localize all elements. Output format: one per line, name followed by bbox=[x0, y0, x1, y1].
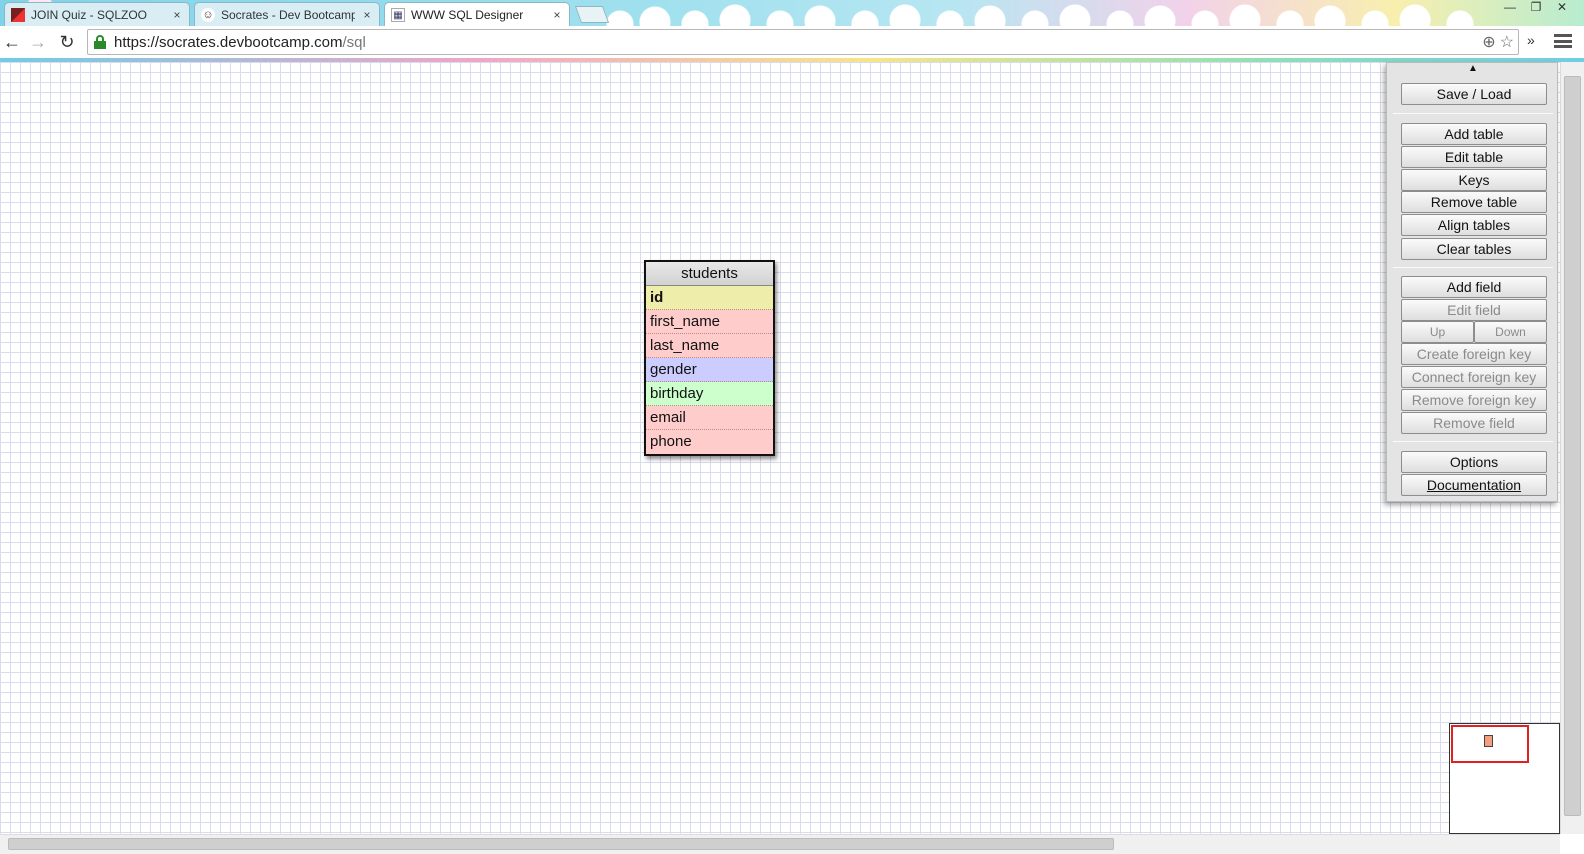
designer-canvas[interactable]: students id first_name last_name gender birt… bbox=[0, 62, 1560, 834]
url-path: /sql bbox=[342, 33, 366, 51]
tab-www-sql-designer[interactable]: ▦ WWW SQL Designer × bbox=[384, 2, 570, 26]
table-field-row[interactable]: last_name bbox=[646, 334, 773, 358]
add-field-button[interactable]: Add field bbox=[1401, 276, 1547, 298]
divider bbox=[1393, 267, 1553, 268]
tab-socrates[interactable]: ☺ Socrates - Dev Bootcamp × bbox=[194, 2, 380, 26]
table-field-row[interactable]: birthday bbox=[646, 382, 773, 406]
browser-toolbar: ← → ↻ https://socrates.devbootcamp.com/s… bbox=[0, 26, 1584, 58]
lock-icon bbox=[94, 35, 106, 49]
new-tab-button[interactable] bbox=[574, 6, 610, 23]
close-window-icon[interactable]: ✕ bbox=[1550, 0, 1574, 16]
tab-close-icon[interactable]: × bbox=[361, 8, 373, 22]
url-host: https://socrates.devbootcamp.com bbox=[114, 33, 343, 51]
documentation-button[interactable]: Documentation bbox=[1401, 474, 1547, 496]
connect-foreign-key-button[interactable]: Connect foreign key bbox=[1401, 366, 1547, 388]
table-field-row[interactable]: email bbox=[646, 406, 773, 430]
db-table-students[interactable]: students id first_name last_name gender birt… bbox=[644, 260, 775, 456]
window-controls: — ❐ ✕ bbox=[1498, 0, 1574, 16]
tab-label: WWW SQL Designer bbox=[411, 7, 524, 22]
scrollbar-thumb[interactable] bbox=[8, 838, 1114, 850]
bookmark-star-icon[interactable]: ☆ bbox=[1500, 32, 1514, 52]
table-field-row[interactable]: gender bbox=[646, 358, 773, 382]
edit-field-button[interactable]: Edit field bbox=[1401, 299, 1547, 321]
remove-field-button[interactable]: Remove field bbox=[1401, 412, 1547, 434]
browser-menu-icon[interactable] bbox=[1554, 30, 1572, 52]
collapse-panel-icon[interactable]: ▲ bbox=[1387, 63, 1559, 77]
tab-sqlzoo[interactable]: JOIN Quiz - SQLZOO × bbox=[4, 2, 190, 26]
table-field-row[interactable]: phone bbox=[646, 430, 773, 454]
theme-clouds bbox=[600, 0, 1480, 26]
wwwsqldesigner-favicon-icon: ▦ bbox=[391, 7, 405, 22]
table-field-row[interactable]: first_name bbox=[646, 310, 773, 334]
add-table-button[interactable]: Add table bbox=[1401, 123, 1547, 145]
options-button[interactable]: Options bbox=[1401, 451, 1547, 473]
vertical-scrollbar[interactable] bbox=[1560, 62, 1584, 834]
tab-label: JOIN Quiz - SQLZOO bbox=[31, 7, 148, 22]
omnibox-icons: ⊕ ☆ bbox=[1482, 32, 1514, 52]
address-bar[interactable]: https://socrates.devbootcamp.com/sql ⊕ ☆ bbox=[87, 29, 1519, 55]
create-foreign-key-button[interactable]: Create foreign key bbox=[1401, 343, 1547, 365]
browser-chrome: JOIN Quiz - SQLZOO × ☺ Socrates - Dev Bo… bbox=[0, 0, 1584, 62]
minimap[interactable] bbox=[1449, 723, 1560, 834]
table-field-row[interactable]: id bbox=[646, 286, 773, 310]
edit-table-button[interactable]: Edit table bbox=[1401, 146, 1547, 168]
remove-foreign-key-button[interactable]: Remove foreign key bbox=[1401, 389, 1547, 411]
tab-label: Socrates - Dev Bootcamp bbox=[221, 7, 355, 22]
sqlzoo-favicon-icon bbox=[11, 7, 25, 22]
clear-tables-button[interactable]: Clear tables bbox=[1401, 238, 1547, 260]
forward-icon[interactable]: → bbox=[27, 31, 49, 53]
table-fields: id first_name last_name gender birthday email… bbox=[646, 286, 773, 454]
horizontal-scrollbar[interactable] bbox=[0, 834, 1560, 854]
back-icon[interactable]: ← bbox=[1, 31, 23, 53]
remove-table-button[interactable]: Remove table bbox=[1401, 191, 1547, 213]
extensions-chevron-icon[interactable]: » bbox=[1527, 32, 1535, 48]
table-title[interactable]: students bbox=[646, 262, 773, 286]
down-button[interactable]: Down bbox=[1474, 321, 1547, 343]
scrollbar-thumb[interactable] bbox=[1564, 76, 1581, 816]
zoom-icon[interactable]: ⊕ bbox=[1482, 32, 1495, 52]
up-button[interactable]: Up bbox=[1401, 321, 1474, 343]
control-panel: ▲ Save / Load Add table Edit table Keys … bbox=[1386, 62, 1558, 502]
keys-button[interactable]: Keys bbox=[1401, 169, 1547, 191]
minimize-icon[interactable]: — bbox=[1498, 0, 1522, 16]
divider bbox=[1393, 441, 1553, 442]
reload-icon[interactable]: ↻ bbox=[56, 31, 78, 53]
save-load-button[interactable]: Save / Load bbox=[1401, 83, 1547, 105]
divider bbox=[1393, 113, 1553, 114]
socrates-favicon-icon: ☺ bbox=[201, 7, 215, 22]
tab-close-icon[interactable]: × bbox=[171, 8, 183, 22]
restore-icon[interactable]: ❐ bbox=[1524, 0, 1548, 16]
tab-close-icon[interactable]: × bbox=[551, 8, 563, 22]
minimap-table bbox=[1484, 735, 1493, 747]
align-tables-button[interactable]: Align tables bbox=[1401, 214, 1547, 236]
